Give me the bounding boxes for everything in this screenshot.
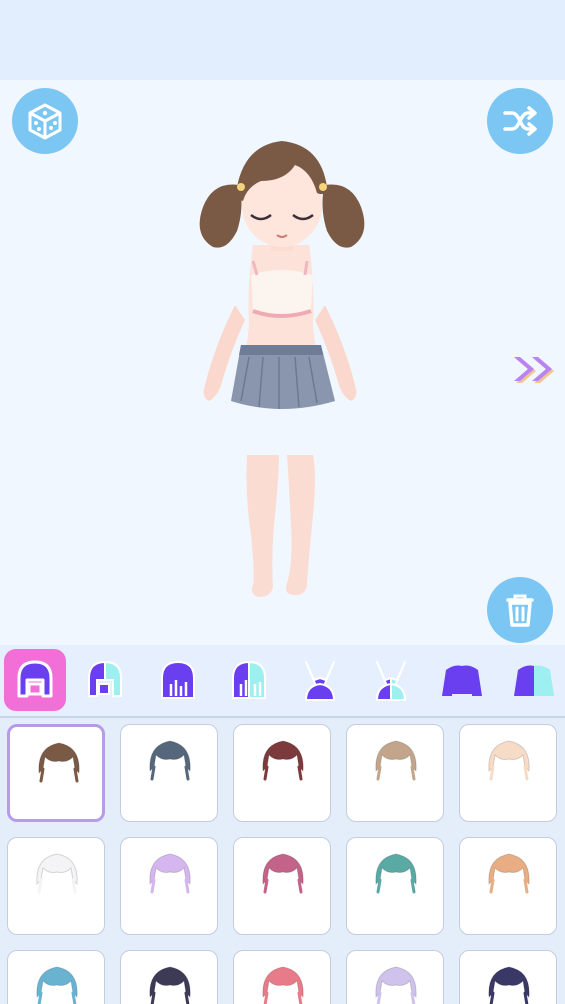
sweater-icon xyxy=(442,665,482,696)
tab-back-hair-alt[interactable] xyxy=(218,649,280,711)
tab-ears-alt[interactable] xyxy=(360,649,422,711)
hair-option[interactable] xyxy=(120,837,218,935)
hair-option[interactable] xyxy=(346,837,444,935)
sweater-split-icon xyxy=(514,665,554,696)
tab-ears[interactable] xyxy=(289,649,351,711)
bunny-ears-split-icon xyxy=(375,661,407,701)
hair-option[interactable] xyxy=(459,950,557,1004)
hair-swatch-icon xyxy=(488,966,530,1004)
tab-top[interactable] xyxy=(431,649,493,711)
hair-swatch-icon xyxy=(375,966,417,1004)
category-tab-bar xyxy=(0,645,565,718)
hair-swatch-icon xyxy=(38,742,80,783)
character-avatar xyxy=(199,141,365,597)
back-hair-split-icon xyxy=(232,660,266,699)
hair-option[interactable] xyxy=(233,724,331,822)
hair-option[interactable] xyxy=(120,724,218,822)
hair-options-grid xyxy=(0,718,565,1004)
hair-swatch-icon xyxy=(262,966,304,1004)
hair-option[interactable] xyxy=(233,837,331,935)
front-hair-icon xyxy=(17,660,53,698)
dice-icon xyxy=(28,103,62,140)
hair-option[interactable] xyxy=(120,950,218,1004)
delete-button[interactable] xyxy=(487,577,553,643)
hair-swatch-icon xyxy=(488,853,530,894)
tab-top-alt[interactable] xyxy=(503,649,565,711)
shuffle-button[interactable] xyxy=(487,88,553,154)
tab-front-hair[interactable] xyxy=(4,649,66,711)
hair-option[interactable] xyxy=(233,950,331,1004)
hair-option[interactable] xyxy=(7,724,105,822)
hair-swatch-icon xyxy=(488,740,530,781)
front-hair-split-icon xyxy=(88,660,122,697)
hair-swatch-icon xyxy=(149,740,191,781)
character-stage xyxy=(0,80,565,645)
double-chevron-right-icon[interactable] xyxy=(510,353,558,385)
hair-swatch-icon xyxy=(375,853,417,894)
hair-swatch-icon xyxy=(262,740,304,781)
trash-icon xyxy=(506,594,534,627)
tab-front-hair-alt[interactable] xyxy=(74,649,136,711)
top-bar xyxy=(0,0,565,80)
hair-swatch-icon xyxy=(36,853,78,894)
hair-option[interactable] xyxy=(459,837,557,935)
hair-swatch-icon xyxy=(149,966,191,1004)
bunny-ears-icon xyxy=(304,661,336,701)
hair-swatch-icon xyxy=(375,740,417,781)
hair-option[interactable] xyxy=(7,950,105,1004)
tab-back-hair[interactable] xyxy=(147,649,209,711)
legs xyxy=(246,455,315,597)
hair-swatch-icon xyxy=(262,853,304,894)
hair-swatch-icon xyxy=(36,966,78,1004)
hair-option[interactable] xyxy=(7,837,105,935)
hair-swatch-icon xyxy=(149,853,191,894)
shuffle-icon xyxy=(503,106,537,136)
random-dice-button[interactable] xyxy=(12,88,78,154)
hair-option[interactable] xyxy=(459,724,557,822)
hair-option[interactable] xyxy=(346,950,444,1004)
hair-option[interactable] xyxy=(346,724,444,822)
back-hair-icon xyxy=(161,660,195,699)
